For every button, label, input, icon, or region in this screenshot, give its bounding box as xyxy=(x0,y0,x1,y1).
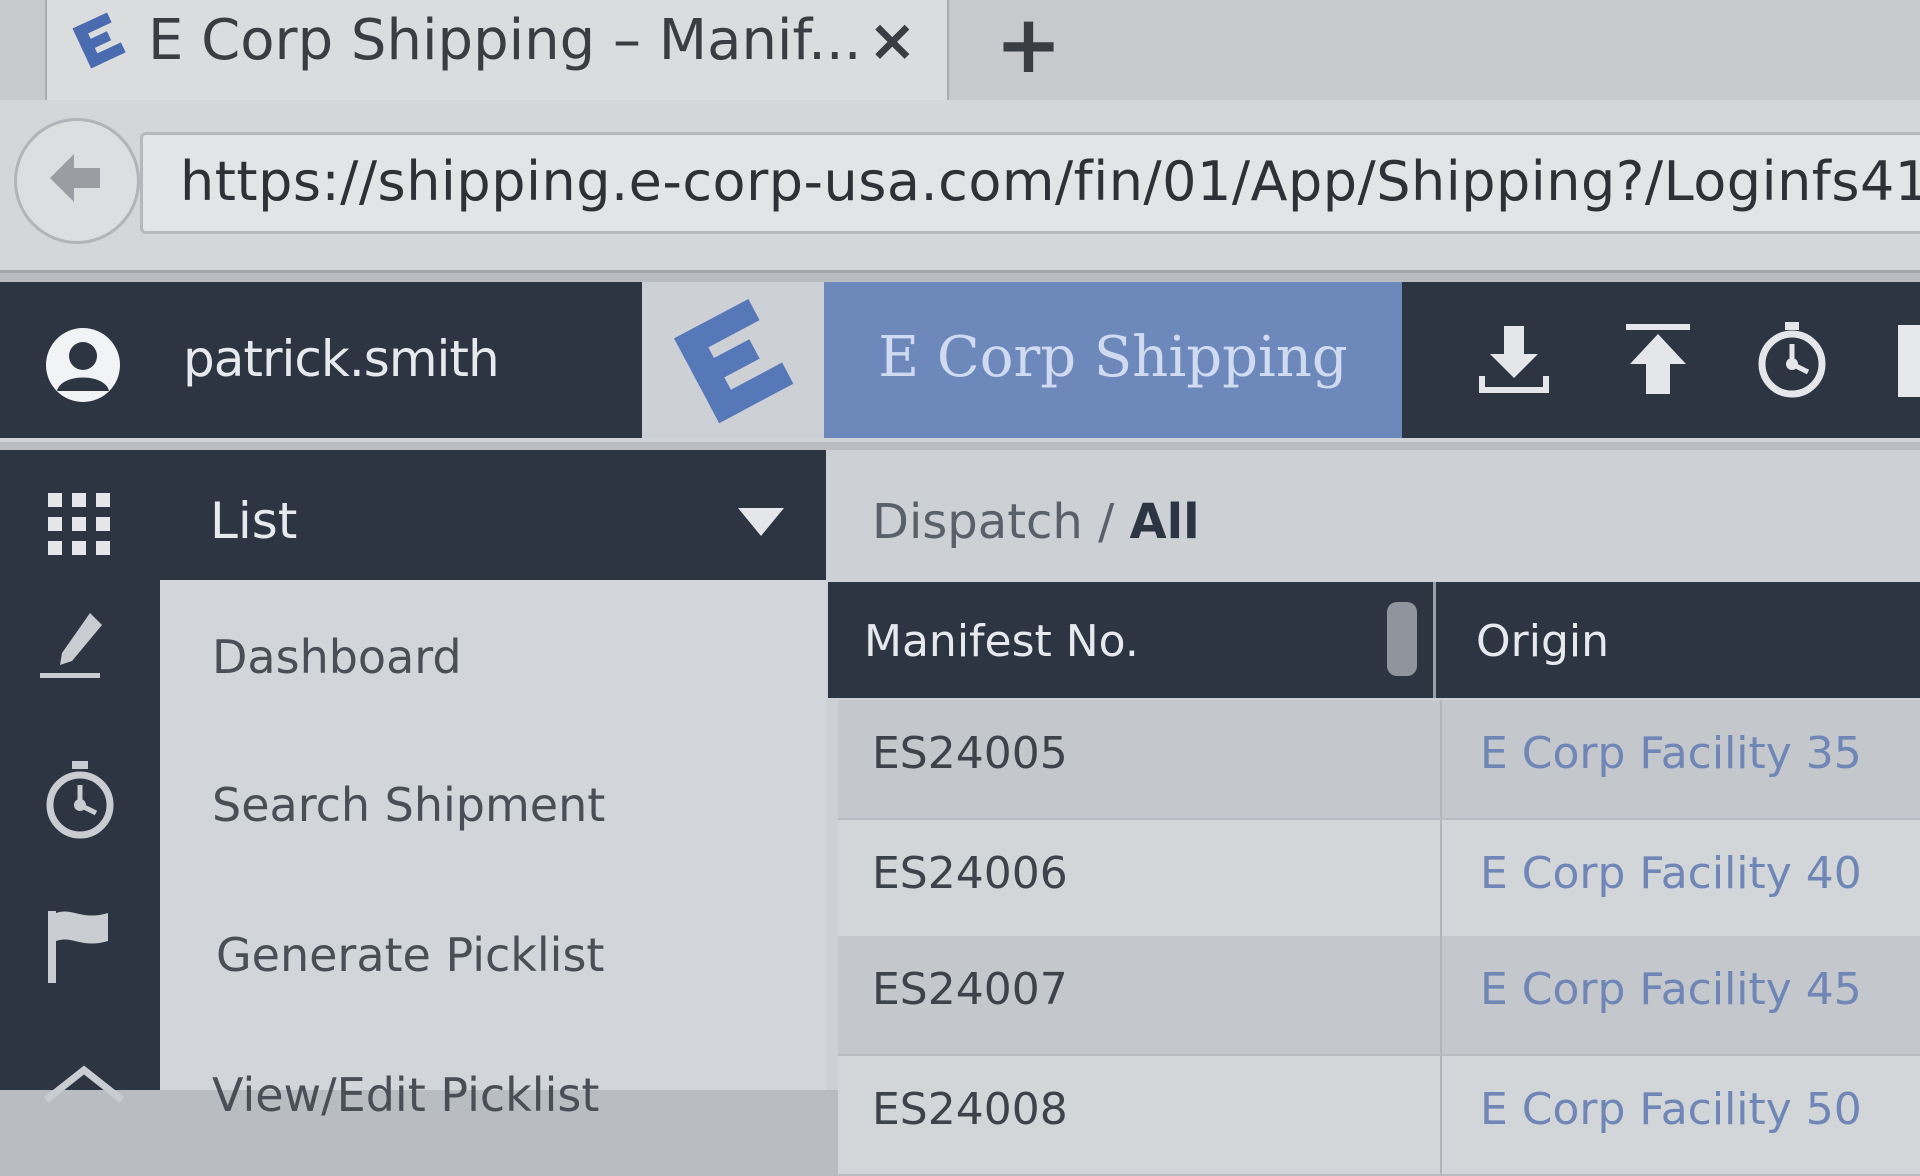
header-more-button[interactable] xyxy=(1898,325,1920,397)
manifest-number: ES24005 xyxy=(872,728,1068,779)
table-row[interactable]: ES24007 E Corp Facility 45 xyxy=(838,936,1920,1056)
menu-item-generate-picklist[interactable]: Generate Picklist xyxy=(216,928,604,982)
origin-link[interactable]: E Corp Facility 50 xyxy=(1480,1084,1862,1135)
back-arrow-icon xyxy=(50,154,100,202)
username: patrick.smith xyxy=(183,330,500,388)
manifest-number: ES24007 xyxy=(872,964,1068,1015)
menu-item-search-shipment[interactable]: Search Shipment xyxy=(212,778,605,832)
flag-icon[interactable] xyxy=(42,905,126,989)
sort-handle-icon[interactable] xyxy=(1387,602,1417,676)
table-row[interactable]: ES24005 E Corp Facility 35 xyxy=(838,700,1920,820)
breadcrumb: Dispatch / All xyxy=(872,494,1200,550)
table-row[interactable]: ES24006 E Corp Facility 40 xyxy=(838,820,1920,940)
user-avatar-icon xyxy=(46,328,120,402)
app-title: E Corp Shipping xyxy=(878,325,1348,390)
url-text: https://shipping.e-corp-usa.com/fin/01/A… xyxy=(180,150,1920,213)
row-divider xyxy=(1440,700,1442,818)
column-header-origin[interactable]: Origin xyxy=(1476,616,1609,667)
stopwatch-icon[interactable] xyxy=(38,757,122,841)
menu-item-dashboard[interactable]: Dashboard xyxy=(212,630,462,684)
row-divider xyxy=(1440,1056,1442,1174)
origin-link[interactable]: E Corp Facility 35 xyxy=(1480,728,1862,779)
new-tab-button[interactable]: + xyxy=(995,0,1062,90)
breadcrumb-parent[interactable]: Dispatch xyxy=(872,494,1083,550)
ecorp-logo-icon[interactable] xyxy=(662,292,802,432)
list-dropdown[interactable] xyxy=(0,450,826,580)
row-divider xyxy=(1440,936,1442,1054)
breadcrumb-separator: / xyxy=(1098,494,1115,550)
pencil-icon[interactable] xyxy=(38,605,122,689)
row-divider xyxy=(1440,820,1442,938)
download-icon[interactable] xyxy=(1474,320,1554,400)
menu-item-view-edit-picklist[interactable]: View/Edit Picklist xyxy=(212,1068,599,1122)
column-divider[interactable] xyxy=(1433,582,1436,698)
manifest-number: ES24008 xyxy=(872,1084,1068,1135)
breadcrumb-current: All xyxy=(1129,494,1200,550)
chevron-down-icon[interactable] xyxy=(738,508,784,538)
manifest-number: ES24006 xyxy=(872,848,1068,899)
timer-icon[interactable] xyxy=(1752,320,1832,400)
list-label: List xyxy=(210,492,298,550)
column-header-manifest[interactable]: Manifest No. xyxy=(864,616,1139,667)
home-icon[interactable] xyxy=(42,1060,126,1144)
origin-link[interactable]: E Corp Facility 40 xyxy=(1480,848,1862,899)
grid-icon[interactable] xyxy=(48,493,110,555)
upload-icon[interactable] xyxy=(1618,320,1698,400)
ecorp-favicon-icon xyxy=(72,12,126,69)
tab-close-icon[interactable]: × xyxy=(868,6,917,74)
table-row[interactable]: ES24008 E Corp Facility 50 xyxy=(838,1056,1920,1176)
origin-link[interactable]: E Corp Facility 45 xyxy=(1480,964,1862,1015)
tab-title: E Corp Shipping – Manif... xyxy=(148,8,862,73)
